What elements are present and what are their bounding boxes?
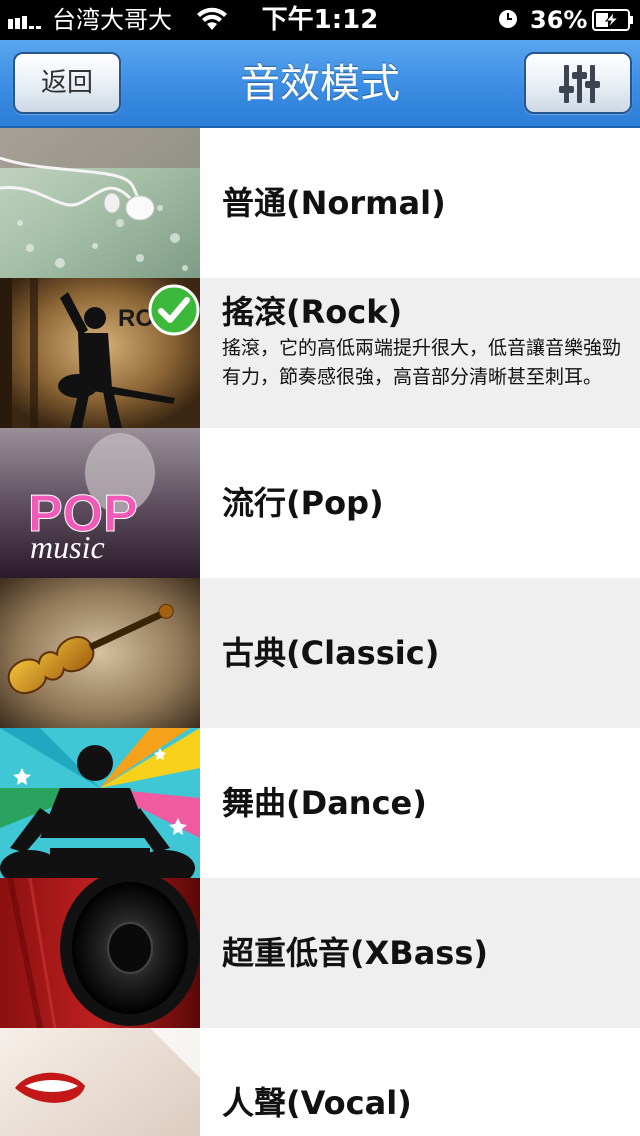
violin-thumbnail — [0, 578, 200, 728]
mode-row-classic[interactable]: 古典(Classic) — [0, 578, 640, 728]
mode-row-vocal[interactable]: 人聲(Vocal) — [0, 1028, 640, 1136]
mode-row-rock[interactable]: RO 搖滾(Rock) 搖滾，它的高低兩端提升很大，低音讓音樂強勁有力，節奏感很… — [0, 278, 640, 428]
dj-thumbnail — [0, 728, 200, 878]
alarm-clock-icon — [499, 10, 517, 28]
sound-mode-list: 普通(Normal) RO 搖滾(Rock) 搖滾，它的高低兩端提升很大，低音讓… — [0, 128, 640, 1136]
battery-percentage: 36% — [530, 6, 588, 34]
mode-row-dance[interactable]: 舞曲(Dance) — [0, 728, 640, 878]
mode-title: 人聲(Vocal) — [222, 1084, 412, 1122]
mode-title: 搖滾(Rock) — [222, 293, 403, 331]
selected-checkmark-icon — [148, 284, 200, 336]
mode-title: 舞曲(Dance) — [222, 784, 427, 822]
mode-row-pop[interactable]: POP music 流行(Pop) — [0, 428, 640, 578]
equalizer-button[interactable] — [524, 52, 632, 114]
mode-row-xbass[interactable]: 超重低音(XBass) — [0, 878, 640, 1028]
speaker-thumbnail — [0, 878, 200, 1028]
mode-description: 搖滾，它的高低兩端提升很大，低音讓音樂強勁有力，節奏感很強，高音部分清晰甚至刺耳… — [222, 337, 622, 388]
battery-charging-icon — [592, 9, 633, 31]
pop-music-thumbnail: POP music — [0, 428, 200, 578]
status-bar: 台湾大哥大 下午1:12 36% — [0, 0, 640, 40]
mode-row-normal[interactable]: 普通(Normal) — [0, 128, 640, 278]
earphones-thumbnail — [0, 128, 200, 278]
singer-thumbnail — [0, 1028, 200, 1136]
mode-title: 流行(Pop) — [222, 484, 384, 522]
equalizer-sliders-icon — [559, 65, 600, 103]
mode-title: 超重低音(XBass) — [222, 934, 489, 972]
mode-title: 普通(Normal) — [222, 184, 446, 222]
mode-title: 古典(Classic) — [222, 634, 440, 672]
pop-thumb-text-music: music — [30, 529, 105, 565]
navigation-bar: 返回 音效模式 — [0, 40, 640, 128]
